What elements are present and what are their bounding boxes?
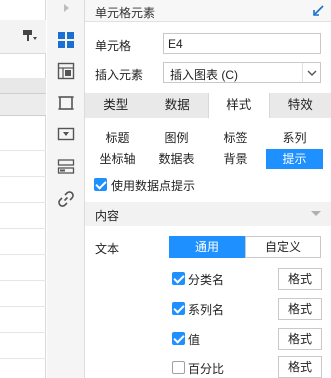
cell-label: 单元格 [95,39,132,53]
cell-element-button[interactable] [52,27,80,53]
subtab-tooltip[interactable]: 提示 [266,149,323,169]
cell-attribute-button[interactable] [52,58,80,84]
tab-data[interactable]: 数据 [147,93,209,118]
spreadsheet-area [0,0,46,378]
border-icon [58,96,74,110]
use-tooltip-checkbox[interactable] [94,178,107,191]
cell-element-panel: 单元格元素 单元格 插入元素 插入图表 (C) 类型 数据 样式 特效 标题 图… [85,0,331,378]
tab-effects[interactable]: 特效 [270,93,331,118]
text-custom-option[interactable]: 自定义 [245,236,321,258]
use-tooltip-label: 使用数据点提示 [111,179,196,193]
subtab-series[interactable]: 系列 [266,128,323,148]
cell-element-icon [58,32,74,48]
category-name-checkbox[interactable] [172,272,185,285]
widget-button[interactable] [52,121,80,147]
cell-attribute-icon [57,62,75,80]
cell-address-input[interactable] [163,33,321,54]
hyperlink-button[interactable] [52,186,80,212]
form-icon [57,159,75,174]
element-tabs: 类型 数据 样式 特效 [85,93,331,118]
percent-label: 百分比 [188,362,225,376]
tab-style[interactable]: 样式 [208,93,270,118]
content-section-header[interactable]: 内容 [85,202,331,226]
value-checkbox[interactable] [172,332,185,345]
border-button[interactable] [52,90,80,116]
text-general-option[interactable]: 通用 [169,236,245,258]
content-section-title: 内容 [95,209,120,223]
hyperlink-icon [58,191,74,207]
subtab-background[interactable]: 背景 [207,149,264,169]
subtab-datasheet[interactable]: 数据表 [148,149,205,169]
format-painter-icon[interactable] [22,29,38,43]
side-icon-strip [47,0,85,378]
subtab-label[interactable]: 标签 [207,128,264,148]
sheet-header-row [0,94,46,116]
subtab-title[interactable]: 标题 [89,128,146,148]
panel-title: 单元格元素 [95,6,156,20]
percent-format-button[interactable]: 格式 [278,356,322,378]
series-name-label: 系列名 [188,303,225,317]
series-name-checkbox[interactable] [172,302,185,315]
text-label: 文本 [95,242,120,256]
panel-header: 单元格元素 [85,0,331,22]
category-name-format-button[interactable]: 格式 [278,268,322,290]
tab-type[interactable]: 类型 [85,93,147,118]
category-name-label: 分类名 [188,273,225,287]
insert-element-label: 插入元素 [95,68,144,82]
column-ruler [0,78,46,94]
subtab-legend[interactable]: 图例 [148,128,205,148]
expand-arrow-icon[interactable] [61,3,71,13]
chevron-down-icon[interactable] [302,63,320,82]
value-format-button[interactable]: 格式 [278,328,322,350]
form-button[interactable] [52,154,80,180]
percent-checkbox[interactable] [172,361,185,374]
value-label: 值 [188,333,201,347]
subtab-axis[interactable]: 坐标轴 [89,149,146,169]
insert-element-select[interactable]: 插入图表 (C) [163,62,321,83]
series-name-format-button[interactable]: 格式 [278,298,322,320]
insert-element-value: 插入图表 (C) [170,68,238,82]
section-collapse-icon[interactable] [311,211,321,216]
widget-icon [57,127,75,141]
collapse-panel-icon[interactable] [311,4,325,18]
